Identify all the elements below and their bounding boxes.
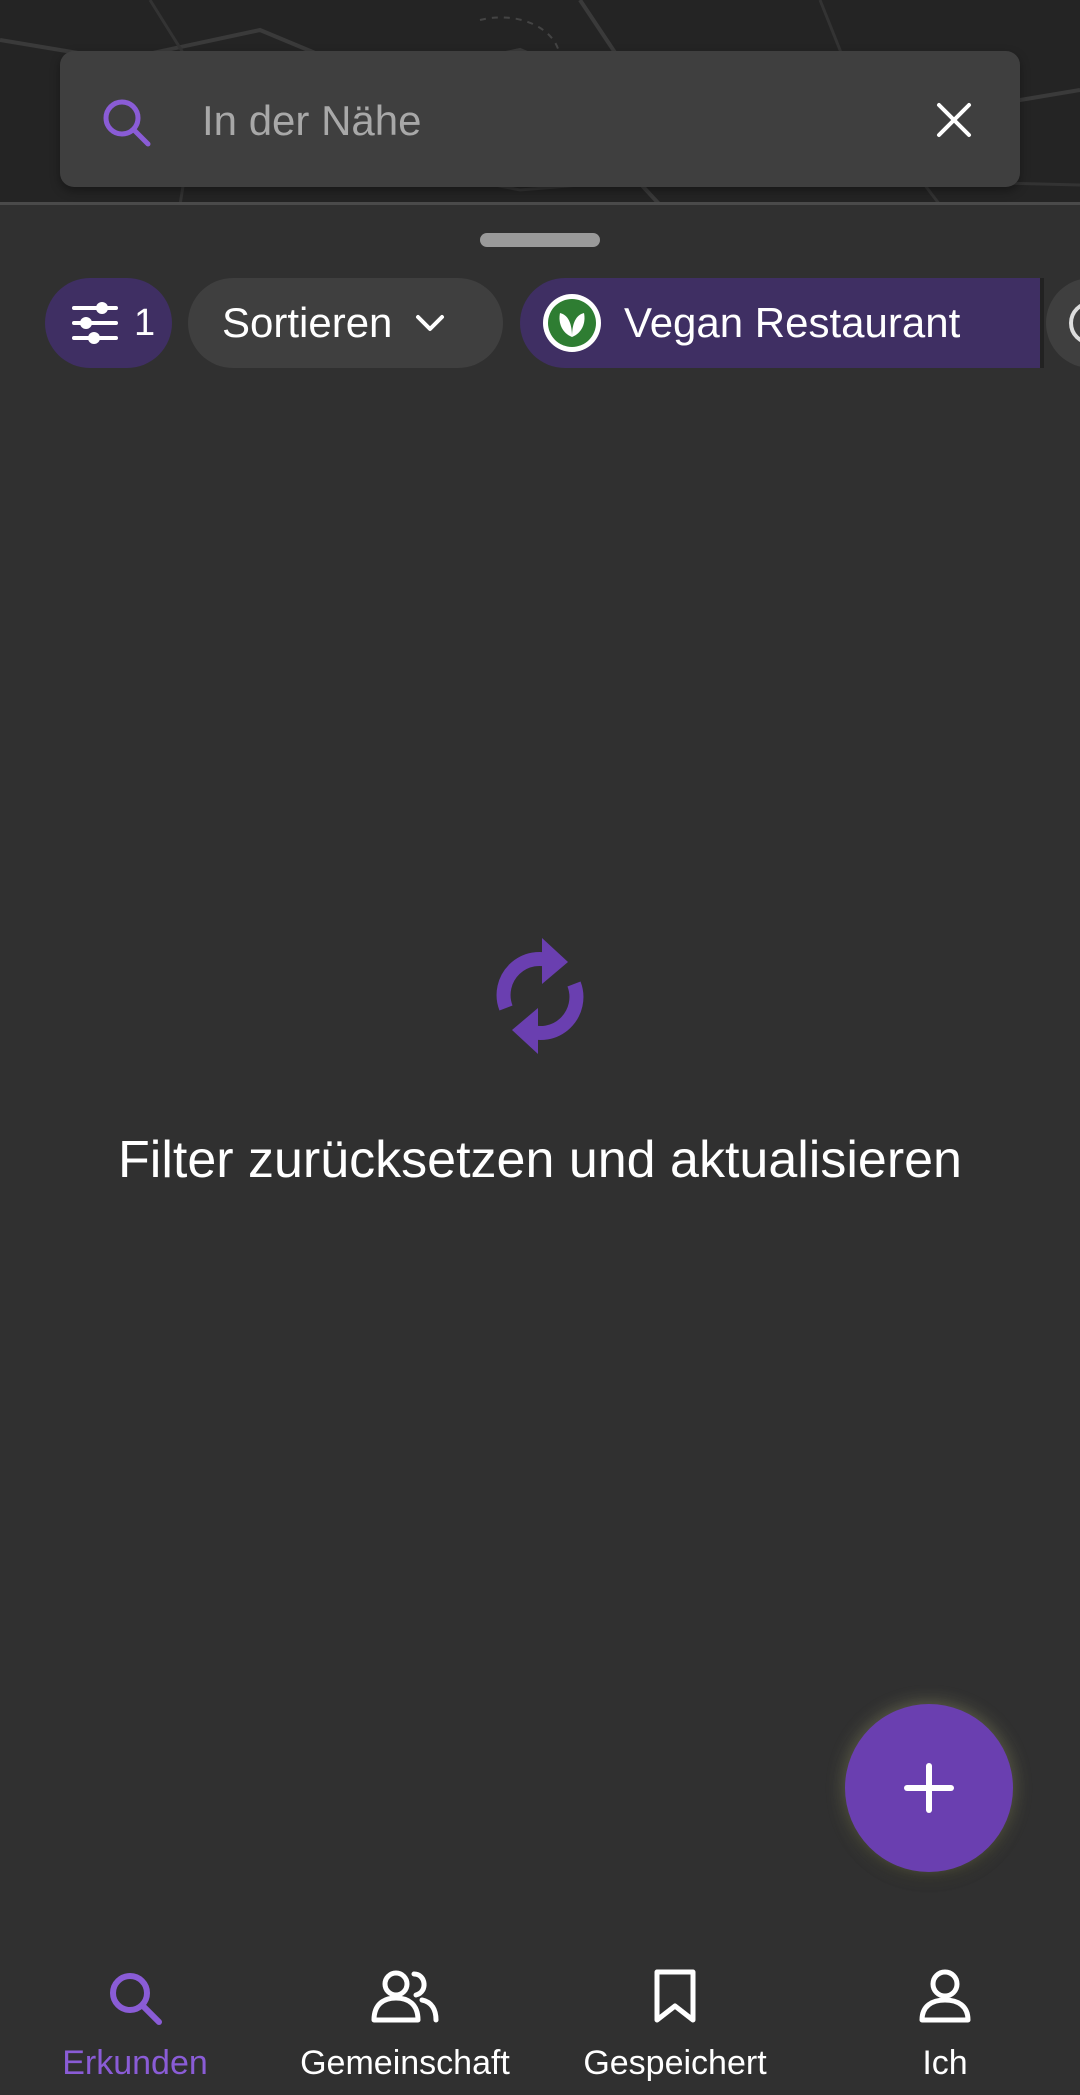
search-input[interactable] xyxy=(200,82,904,160)
vegan-leaf-icon xyxy=(543,294,601,352)
nav-label: Erkunden xyxy=(62,2044,208,2082)
add-button[interactable] xyxy=(845,1704,1013,1872)
person-icon xyxy=(919,1969,971,2023)
bookmark-icon xyxy=(654,1969,696,2023)
nav-label: Gemeinschaft xyxy=(300,2044,510,2082)
chip-divider xyxy=(1040,278,1044,368)
plus-icon xyxy=(904,1763,954,1813)
nav-item-gemeinschaft[interactable]: Gemeinschaft xyxy=(270,1940,540,2092)
filter-chip[interactable]: 1 xyxy=(45,278,172,368)
vegan-restaurant-label: Vegan Restaurant xyxy=(624,299,961,346)
sheet-drag-handle[interactable] xyxy=(480,233,600,247)
vegan-restaurant-chip[interactable]: Vegan Restaurant xyxy=(520,278,1040,368)
refresh-icon[interactable] xyxy=(484,928,596,1064)
sort-label: Sortieren xyxy=(222,299,393,346)
search-icon xyxy=(110,1973,162,2025)
nav-item-ich[interactable]: Ich xyxy=(810,1940,1080,2092)
sliders-icon xyxy=(72,302,118,344)
nav-label: Gespeichert xyxy=(583,2044,767,2082)
nav-item-gespeichert[interactable]: Gespeichert xyxy=(540,1940,810,2092)
filter-count: 1 xyxy=(134,301,156,344)
chip-icon xyxy=(1069,303,1080,343)
people-icon xyxy=(371,1970,439,2023)
sort-chip[interactable]: Sortieren xyxy=(188,278,503,368)
search-icon xyxy=(103,99,151,147)
chevron-down-icon xyxy=(416,315,445,331)
nav-item-erkunden[interactable]: Erkunden xyxy=(0,1940,270,2092)
bottom-navigation: Erkunden Gemeinschaft Gespeichert Ich xyxy=(0,1940,1080,2092)
close-icon[interactable] xyxy=(935,101,973,139)
reset-filters-message[interactable]: Filter zurücksetzen und aktualisieren xyxy=(0,1130,1080,1190)
nav-label: Ich xyxy=(922,2044,968,2082)
